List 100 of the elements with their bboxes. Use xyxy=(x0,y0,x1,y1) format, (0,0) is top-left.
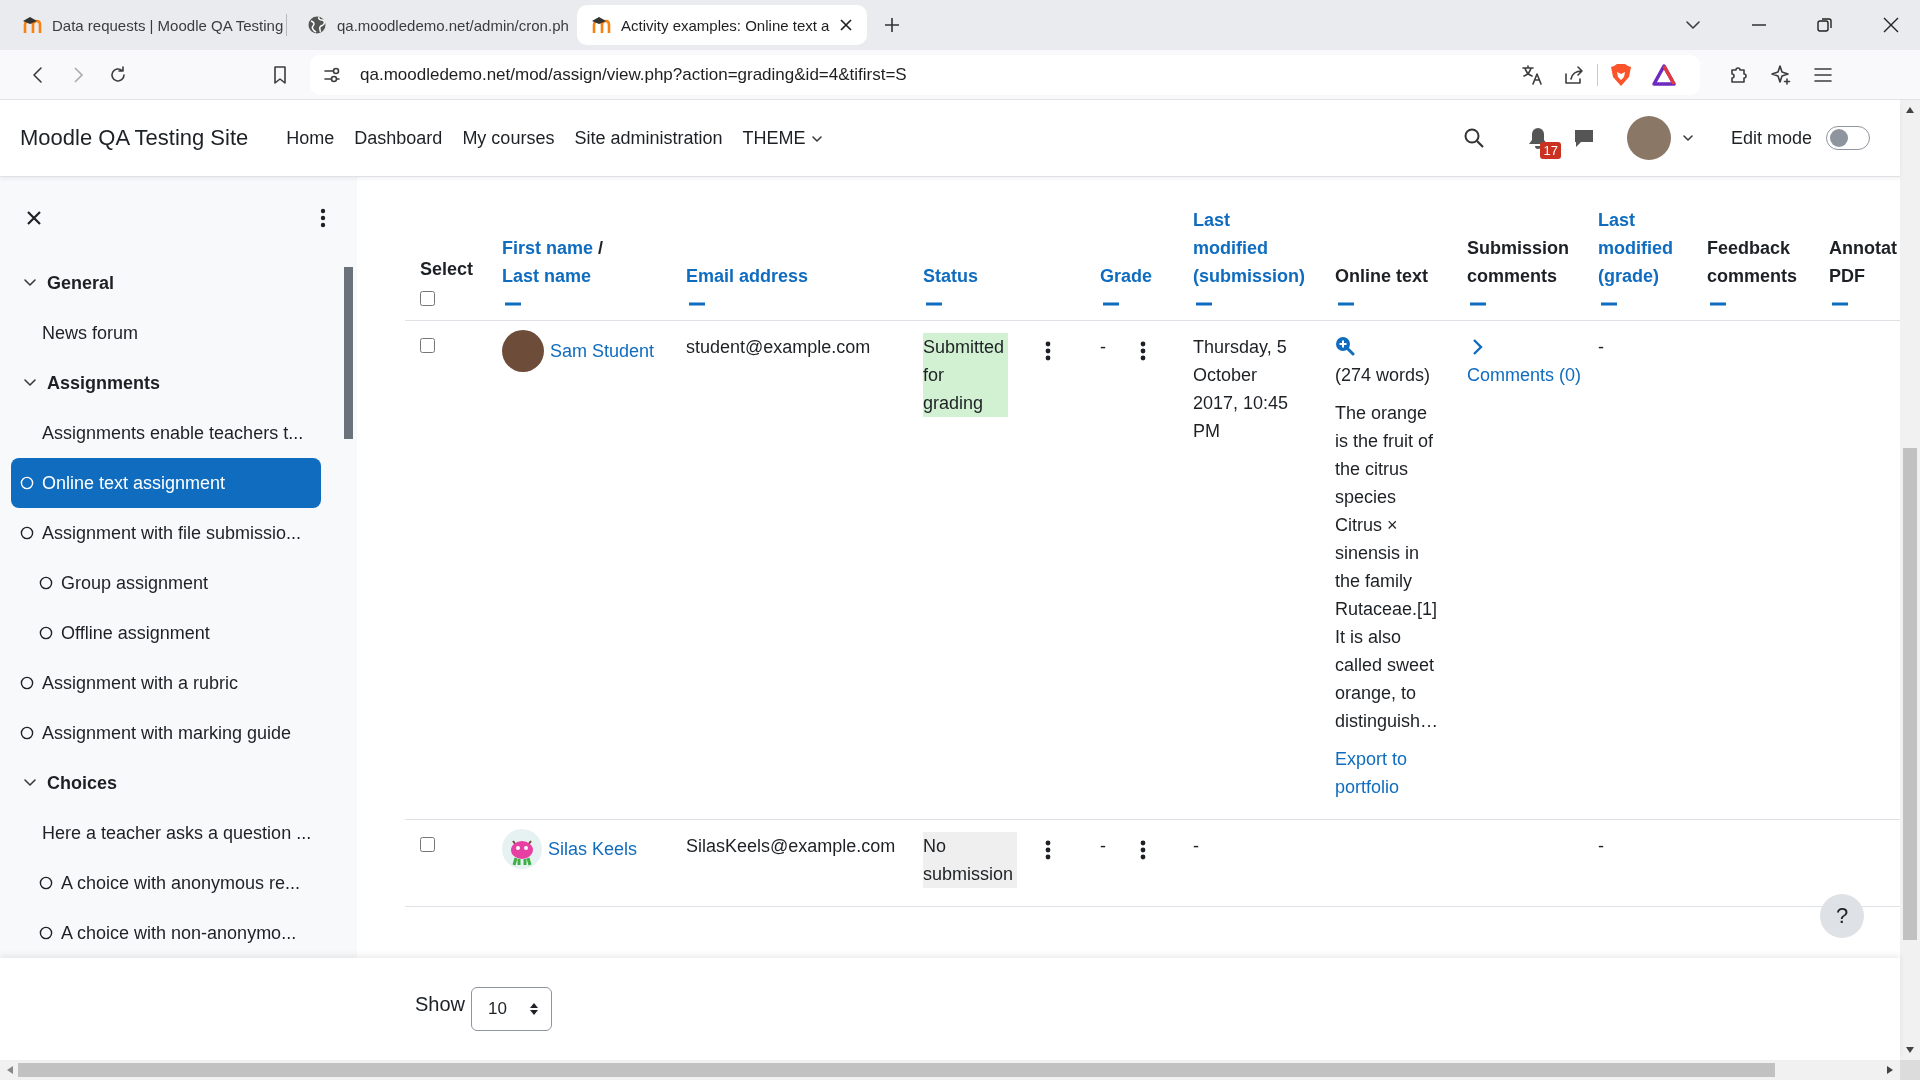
nav-link[interactable]: Dashboard xyxy=(354,127,443,149)
kebab-icon[interactable] xyxy=(1140,340,1146,361)
address-field[interactable]: qa.moodledemo.net/mod/assign/view.php?action=grading&id=4&tifirst=S xyxy=(310,54,1700,95)
row-checkbox[interactable] xyxy=(420,836,435,852)
chevron-right-icon[interactable] xyxy=(1471,337,1483,356)
kebab-icon[interactable] xyxy=(1045,839,1051,860)
submission-excerpt: The orange is the fruit of the citrus species Citrus × sinensis in the family Rutaceae.[1] It is also called sweet orange, to distinguish… xyxy=(1335,401,1440,733)
collapse-icon[interactable] xyxy=(505,301,521,306)
grade-text: - xyxy=(1100,335,1107,359)
collapse-icon[interactable] xyxy=(1338,301,1354,306)
avatar-circle xyxy=(502,329,544,372)
nav-link[interactable]: THEME xyxy=(742,127,824,149)
section-heading[interactable]: Assignments xyxy=(0,358,333,408)
status-label: Submitted for grading xyxy=(923,332,1009,417)
circle-icon xyxy=(20,526,34,540)
collapse-icon[interactable] xyxy=(1832,301,1848,306)
nav-link[interactable]: Home xyxy=(286,127,335,149)
lion-shield-icon[interactable] xyxy=(1610,62,1632,87)
collapse-icon[interactable] xyxy=(1601,301,1617,306)
triangle-icon[interactable] xyxy=(1652,63,1676,86)
status-label: No submission xyxy=(923,831,1018,888)
date-text: - xyxy=(1598,336,1604,357)
section-heading[interactable]: General xyxy=(0,258,333,308)
nav-link[interactable]: My courses xyxy=(462,127,555,149)
sparkle-icon[interactable] xyxy=(1770,63,1792,86)
export-link[interactable]: Export to portfolio xyxy=(1335,744,1445,801)
edit-mode-switch[interactable] xyxy=(1826,126,1870,150)
course-index-item[interactable]: Online text assignment xyxy=(11,458,321,508)
kebab-icon[interactable] xyxy=(1140,839,1146,860)
course-index-item[interactable]: A choice with non-anonymo... xyxy=(11,908,321,958)
collapse-icon[interactable] xyxy=(1103,301,1119,306)
course-index-item[interactable]: Here a teacher asks a question ... xyxy=(11,808,321,858)
course-index-item[interactable]: Assignments enable teachers t... xyxy=(11,408,321,458)
collapse-icon[interactable] xyxy=(926,301,942,306)
sort-link[interactable]: Last name xyxy=(502,265,592,286)
course-index-item[interactable]: Assignment with file submissio... xyxy=(11,508,321,558)
close-icon[interactable] xyxy=(1882,16,1900,34)
comments-link[interactable]: Comments (0) xyxy=(1467,360,1582,389)
user-name-link[interactable]: Silas Keels xyxy=(548,834,638,863)
collapse-icon[interactable] xyxy=(1196,301,1212,306)
course-index-item[interactable]: A choice with anonymous re... xyxy=(11,858,321,908)
sort-link[interactable]: Last modified (grade) xyxy=(1598,205,1673,290)
notification-badge: 17 xyxy=(1540,142,1561,159)
course-index-item[interactable]: News forum xyxy=(11,308,321,358)
scrollbar-thumb[interactable] xyxy=(1903,448,1917,940)
search-icon[interactable] xyxy=(1462,127,1485,149)
zoom-in-icon[interactable] xyxy=(1335,335,1355,356)
circle-icon xyxy=(39,876,53,890)
course-index-item[interactable]: Group assignment xyxy=(11,558,321,608)
grade-text: - xyxy=(1100,834,1107,858)
close-icon[interactable] xyxy=(25,208,43,227)
scroll-left-icon[interactable] xyxy=(6,1065,14,1075)
share-icon[interactable] xyxy=(1563,63,1585,86)
sort-link[interactable]: Email address xyxy=(686,261,809,290)
reload-icon[interactable] xyxy=(108,64,128,85)
column-heading: Feedback comments xyxy=(1707,236,1798,288)
scrollbar-thumb[interactable] xyxy=(344,267,353,439)
row-checkbox[interactable] xyxy=(420,337,435,353)
sort-link[interactable]: Status xyxy=(923,261,978,290)
course-index-item[interactable]: Assignment with marking guide xyxy=(11,708,321,758)
column-heading: Annotat PDF xyxy=(1829,236,1897,288)
scrollbar-corner xyxy=(1900,1060,1920,1080)
plus-icon[interactable] xyxy=(883,16,901,34)
site-name[interactable]: Moodle QA Testing Site xyxy=(20,125,249,151)
collapse-icon[interactable] xyxy=(1710,301,1726,306)
browser-tab[interactable]: Activity examples: Online text a xyxy=(577,5,867,45)
sort-link[interactable]: First name xyxy=(502,237,594,258)
sort-link[interactable]: Grade xyxy=(1100,261,1153,290)
collapse-icon[interactable] xyxy=(1470,301,1486,306)
scroll-down-icon[interactable] xyxy=(1905,1046,1915,1054)
column-heading: Online text xyxy=(1335,264,1428,288)
kebab-icon[interactable] xyxy=(320,207,326,228)
help-button[interactable]: ? xyxy=(1820,894,1864,938)
show-label: Show xyxy=(415,992,466,1016)
collapse-icon[interactable] xyxy=(689,301,705,306)
restore-icon[interactable] xyxy=(1816,16,1834,34)
scroll-right-icon[interactable] xyxy=(1886,1065,1894,1075)
course-index-item[interactable]: Assignment with a rubric xyxy=(11,658,321,708)
separator-text: / xyxy=(598,237,604,258)
nav-link[interactable]: Site administration xyxy=(574,127,723,149)
user-name-link[interactable]: Sam Student xyxy=(550,336,655,365)
email-text: SilasKeels@example.com xyxy=(686,835,896,856)
scroll-up-icon[interactable] xyxy=(1905,106,1915,114)
date-text: - xyxy=(1598,835,1604,856)
circle-icon xyxy=(20,676,34,690)
section-heading[interactable]: Choices xyxy=(0,758,333,808)
globe-icon xyxy=(307,15,327,35)
translate-icon[interactable] xyxy=(1521,63,1543,86)
email-text: student@example.com xyxy=(686,336,871,357)
select-all-checkbox[interactable] xyxy=(420,290,435,306)
user-avatar[interactable] xyxy=(1626,116,1671,160)
kebab-icon[interactable] xyxy=(1045,340,1051,361)
close-icon[interactable] xyxy=(839,18,854,32)
course-index-item[interactable]: Offline assignment xyxy=(11,608,321,658)
date-text: Thursday, 5 October 2017, 10:45 PM xyxy=(1193,336,1289,441)
sort-link[interactable]: Last modified (submission) xyxy=(1193,205,1305,290)
scrollbar-thumb[interactable] xyxy=(18,1063,1775,1077)
chat-icon[interactable] xyxy=(1572,127,1595,149)
spinner-arrows-icon xyxy=(528,1002,539,1016)
per-page-select[interactable]: 10 xyxy=(471,987,552,1031)
